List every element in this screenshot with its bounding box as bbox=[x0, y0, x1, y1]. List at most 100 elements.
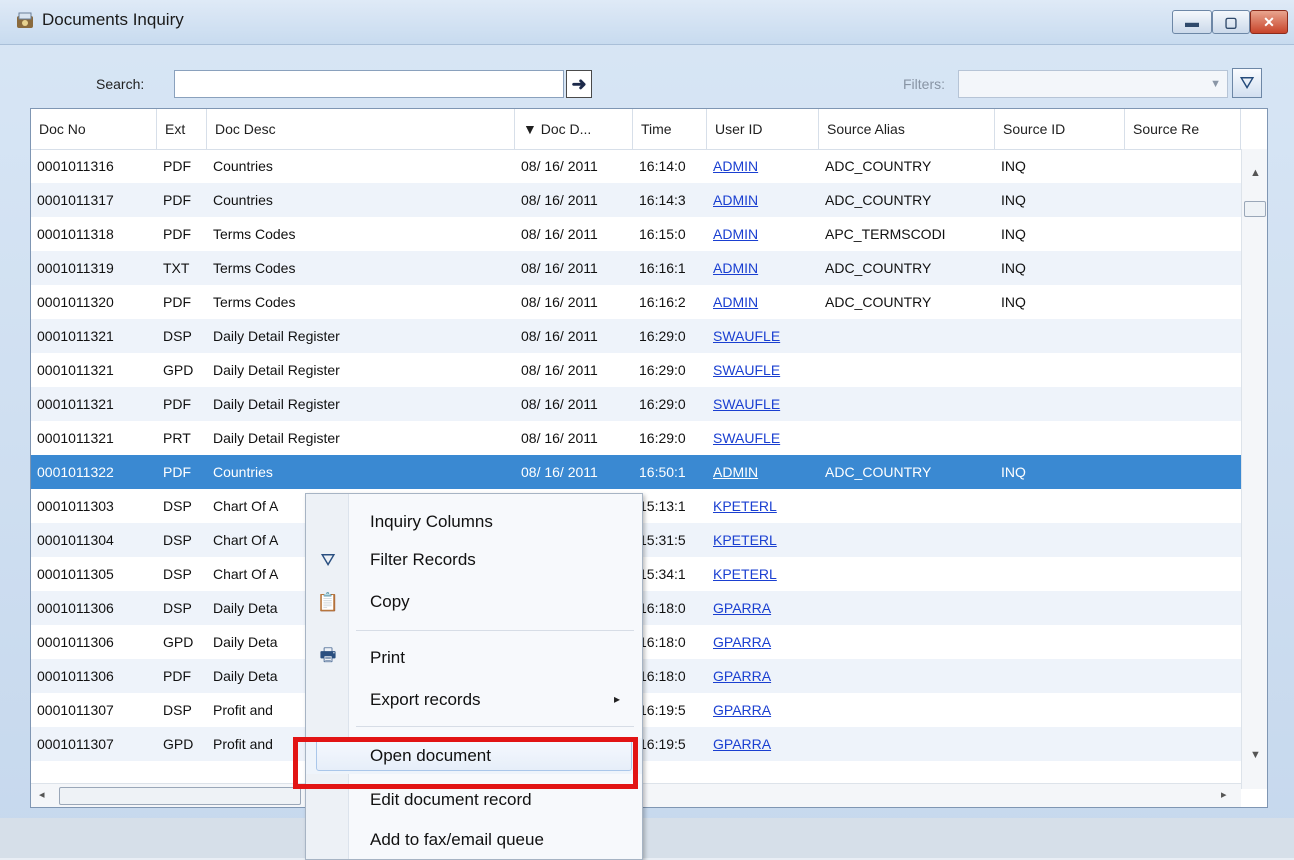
maximize-button[interactable]: ▢ bbox=[1212, 10, 1250, 34]
source-alias-cell bbox=[819, 489, 995, 523]
user-id-cell[interactable]: GPARRA bbox=[707, 591, 819, 625]
user-id-cell[interactable]: GPARRA bbox=[707, 659, 819, 693]
doc-no-cell: 0001011319 bbox=[37, 260, 114, 276]
doc-desc-cell: Daily Detail Register bbox=[213, 328, 340, 344]
doc-desc-cell: Terms Codes bbox=[213, 294, 296, 310]
time-cell: 16:19:5 bbox=[639, 702, 686, 718]
user-id-cell[interactable]: ADMIN bbox=[707, 217, 819, 251]
filter-icon: ⛛ bbox=[320, 549, 336, 570]
time-cell: 16:18:0 bbox=[639, 668, 686, 684]
doc-date-cell: 08/ 16/ 2011 bbox=[521, 328, 598, 344]
vertical-scroll-thumb[interactable] bbox=[1244, 201, 1266, 217]
filters-dropdown[interactable]: ▼ bbox=[958, 70, 1228, 98]
scroll-left-icon[interactable]: ◂ bbox=[39, 788, 45, 801]
search-input[interactable] bbox=[174, 70, 564, 98]
user-id-cell[interactable]: GPARRA bbox=[707, 625, 819, 659]
ext-cell: PDF bbox=[163, 192, 191, 208]
source-re-cell bbox=[1125, 285, 1241, 319]
doc-date-cell: 08/ 16/ 2011 bbox=[521, 226, 598, 242]
doc-no-cell: 0001011321 bbox=[37, 362, 114, 378]
ext-cell: PRT bbox=[163, 430, 191, 446]
time-cell: 15:13:1 bbox=[639, 498, 686, 514]
user-id-cell[interactable]: KPETERL bbox=[707, 489, 819, 523]
column-header-source-re[interactable]: Source Re bbox=[1125, 109, 1241, 149]
close-button[interactable]: ✕ bbox=[1250, 10, 1288, 34]
source-re-cell bbox=[1125, 727, 1241, 761]
ext-cell: PDF bbox=[163, 464, 191, 480]
time-cell: 15:31:5 bbox=[639, 532, 686, 548]
table-row[interactable]: 0001011320 PDF Terms Codes 08/ 16/ 2011 16:1… bbox=[31, 285, 1241, 319]
user-id-cell[interactable]: SWAUFLE bbox=[707, 353, 819, 387]
source-id-cell: INQ bbox=[1001, 226, 1026, 242]
source-alias-cell bbox=[819, 387, 995, 421]
search-go-button[interactable]: ➜ bbox=[566, 70, 592, 98]
user-id-cell[interactable]: KPETERL bbox=[707, 557, 819, 591]
menu-item-inquiry-columns[interactable]: Inquiry Columns bbox=[306, 504, 642, 540]
table-row[interactable]: 0001011321 GPD Daily Detail Register 08/ 16… bbox=[31, 353, 1241, 387]
ext-cell: PDF bbox=[163, 396, 191, 412]
scroll-down-icon[interactable]: ▼ bbox=[1250, 749, 1261, 761]
ext-cell: DSP bbox=[163, 328, 192, 344]
column-header-user-id[interactable]: User ID bbox=[707, 109, 819, 149]
user-id-cell[interactable]: ADMIN bbox=[707, 149, 819, 183]
column-header-doc-date[interactable]: ▼ Doc D... bbox=[515, 109, 633, 149]
doc-no-cell: 0001011306 bbox=[37, 634, 114, 650]
table-row[interactable]: 0001011321 PDF Daily Detail Register 08/ 16… bbox=[31, 387, 1241, 421]
table-row[interactable]: 0001011322 PDF Countries 08/ 16/ 2011 16:50:… bbox=[31, 455, 1241, 489]
filter-button[interactable]: ⛛ bbox=[1232, 68, 1262, 98]
user-id-cell[interactable]: ADMIN bbox=[707, 251, 819, 285]
user-id-cell[interactable]: KPETERL bbox=[707, 523, 819, 557]
column-header-source-id[interactable]: Source ID bbox=[995, 109, 1125, 149]
source-id-cell bbox=[995, 693, 1125, 727]
time-cell: 16:29:0 bbox=[639, 362, 686, 378]
doc-no-cell: 0001011321 bbox=[37, 430, 114, 446]
horizontal-scroll-thumb[interactable] bbox=[59, 787, 301, 805]
source-id-cell bbox=[995, 727, 1125, 761]
menu-item-filter-records[interactable]: ⛛ Filter Records bbox=[306, 542, 642, 578]
column-header-doc-desc[interactable]: Doc Desc bbox=[207, 109, 515, 149]
doc-no-cell: 0001011317 bbox=[37, 192, 114, 208]
table-row[interactable]: 0001011321 PRT Daily Detail Register 08/ 16… bbox=[31, 421, 1241, 455]
source-alias-cell: ADC_COUNTRY bbox=[825, 158, 932, 174]
user-id-cell[interactable]: SWAUFLE bbox=[707, 319, 819, 353]
column-header-source-alias[interactable]: Source Alias bbox=[819, 109, 995, 149]
doc-no-cell: 0001011304 bbox=[37, 532, 114, 548]
user-id-cell[interactable]: ADMIN bbox=[707, 183, 819, 217]
scroll-up-icon[interactable]: ▲ bbox=[1250, 167, 1261, 179]
menu-item-print[interactable]: 🖶 Print bbox=[306, 640, 642, 676]
source-alias-cell bbox=[819, 693, 995, 727]
doc-no-cell: 0001011307 bbox=[37, 736, 114, 752]
menu-item-copy[interactable]: 📋 Copy bbox=[306, 584, 642, 620]
source-alias-cell bbox=[819, 523, 995, 557]
column-header-ext[interactable]: Ext bbox=[157, 109, 207, 149]
source-alias-cell bbox=[819, 591, 995, 625]
user-id-cell[interactable]: ADMIN bbox=[707, 455, 819, 489]
table-row[interactable]: 0001011318 PDF Terms Codes 08/ 16/ 2011 16:1… bbox=[31, 217, 1241, 251]
title-bar[interactable]: Documents Inquiry ▬ ▢ ✕ bbox=[0, 0, 1294, 45]
scroll-right-icon[interactable]: ▸ bbox=[1221, 788, 1227, 801]
user-id-cell[interactable]: GPARRA bbox=[707, 727, 819, 761]
source-re-cell bbox=[1125, 217, 1241, 251]
menu-item-add-to-fax-email-queue[interactable]: Add to fax/email queue bbox=[306, 822, 642, 858]
minimize-icon: ▬ bbox=[1185, 14, 1199, 30]
source-id-cell bbox=[995, 625, 1125, 659]
column-header-doc-no[interactable]: Doc No bbox=[31, 109, 157, 149]
user-id-cell[interactable]: SWAUFLE bbox=[707, 421, 819, 455]
table-row[interactable]: 0001011319 TXT Terms Codes 08/ 16/ 2011 16:1… bbox=[31, 251, 1241, 285]
user-id-cell[interactable]: GPARRA bbox=[707, 693, 819, 727]
ext-cell: PDF bbox=[163, 294, 191, 310]
doc-date-cell: 08/ 16/ 2011 bbox=[521, 362, 598, 378]
source-alias-cell: ADC_COUNTRY bbox=[825, 260, 932, 276]
user-id-cell[interactable]: ADMIN bbox=[707, 285, 819, 319]
source-alias-cell bbox=[819, 421, 995, 455]
menu-item-export-records[interactable]: Export records ▸ bbox=[306, 682, 642, 718]
table-row[interactable]: 0001011317 PDF Countries 08/ 16/ 2011 16:14:… bbox=[31, 183, 1241, 217]
table-row[interactable]: 0001011321 DSP Daily Detail Register 08/ 16… bbox=[31, 319, 1241, 353]
table-row[interactable]: 0001011316 PDF Countries 08/ 16/ 2011 16:14:… bbox=[31, 149, 1241, 183]
submenu-arrow-icon: ▸ bbox=[613, 692, 620, 706]
vertical-scrollbar[interactable]: ▲ ▼ bbox=[1241, 149, 1267, 789]
minimize-button[interactable]: ▬ bbox=[1172, 10, 1212, 34]
source-id-cell bbox=[995, 353, 1125, 387]
column-header-time[interactable]: Time bbox=[633, 109, 707, 149]
user-id-cell[interactable]: SWAUFLE bbox=[707, 387, 819, 421]
